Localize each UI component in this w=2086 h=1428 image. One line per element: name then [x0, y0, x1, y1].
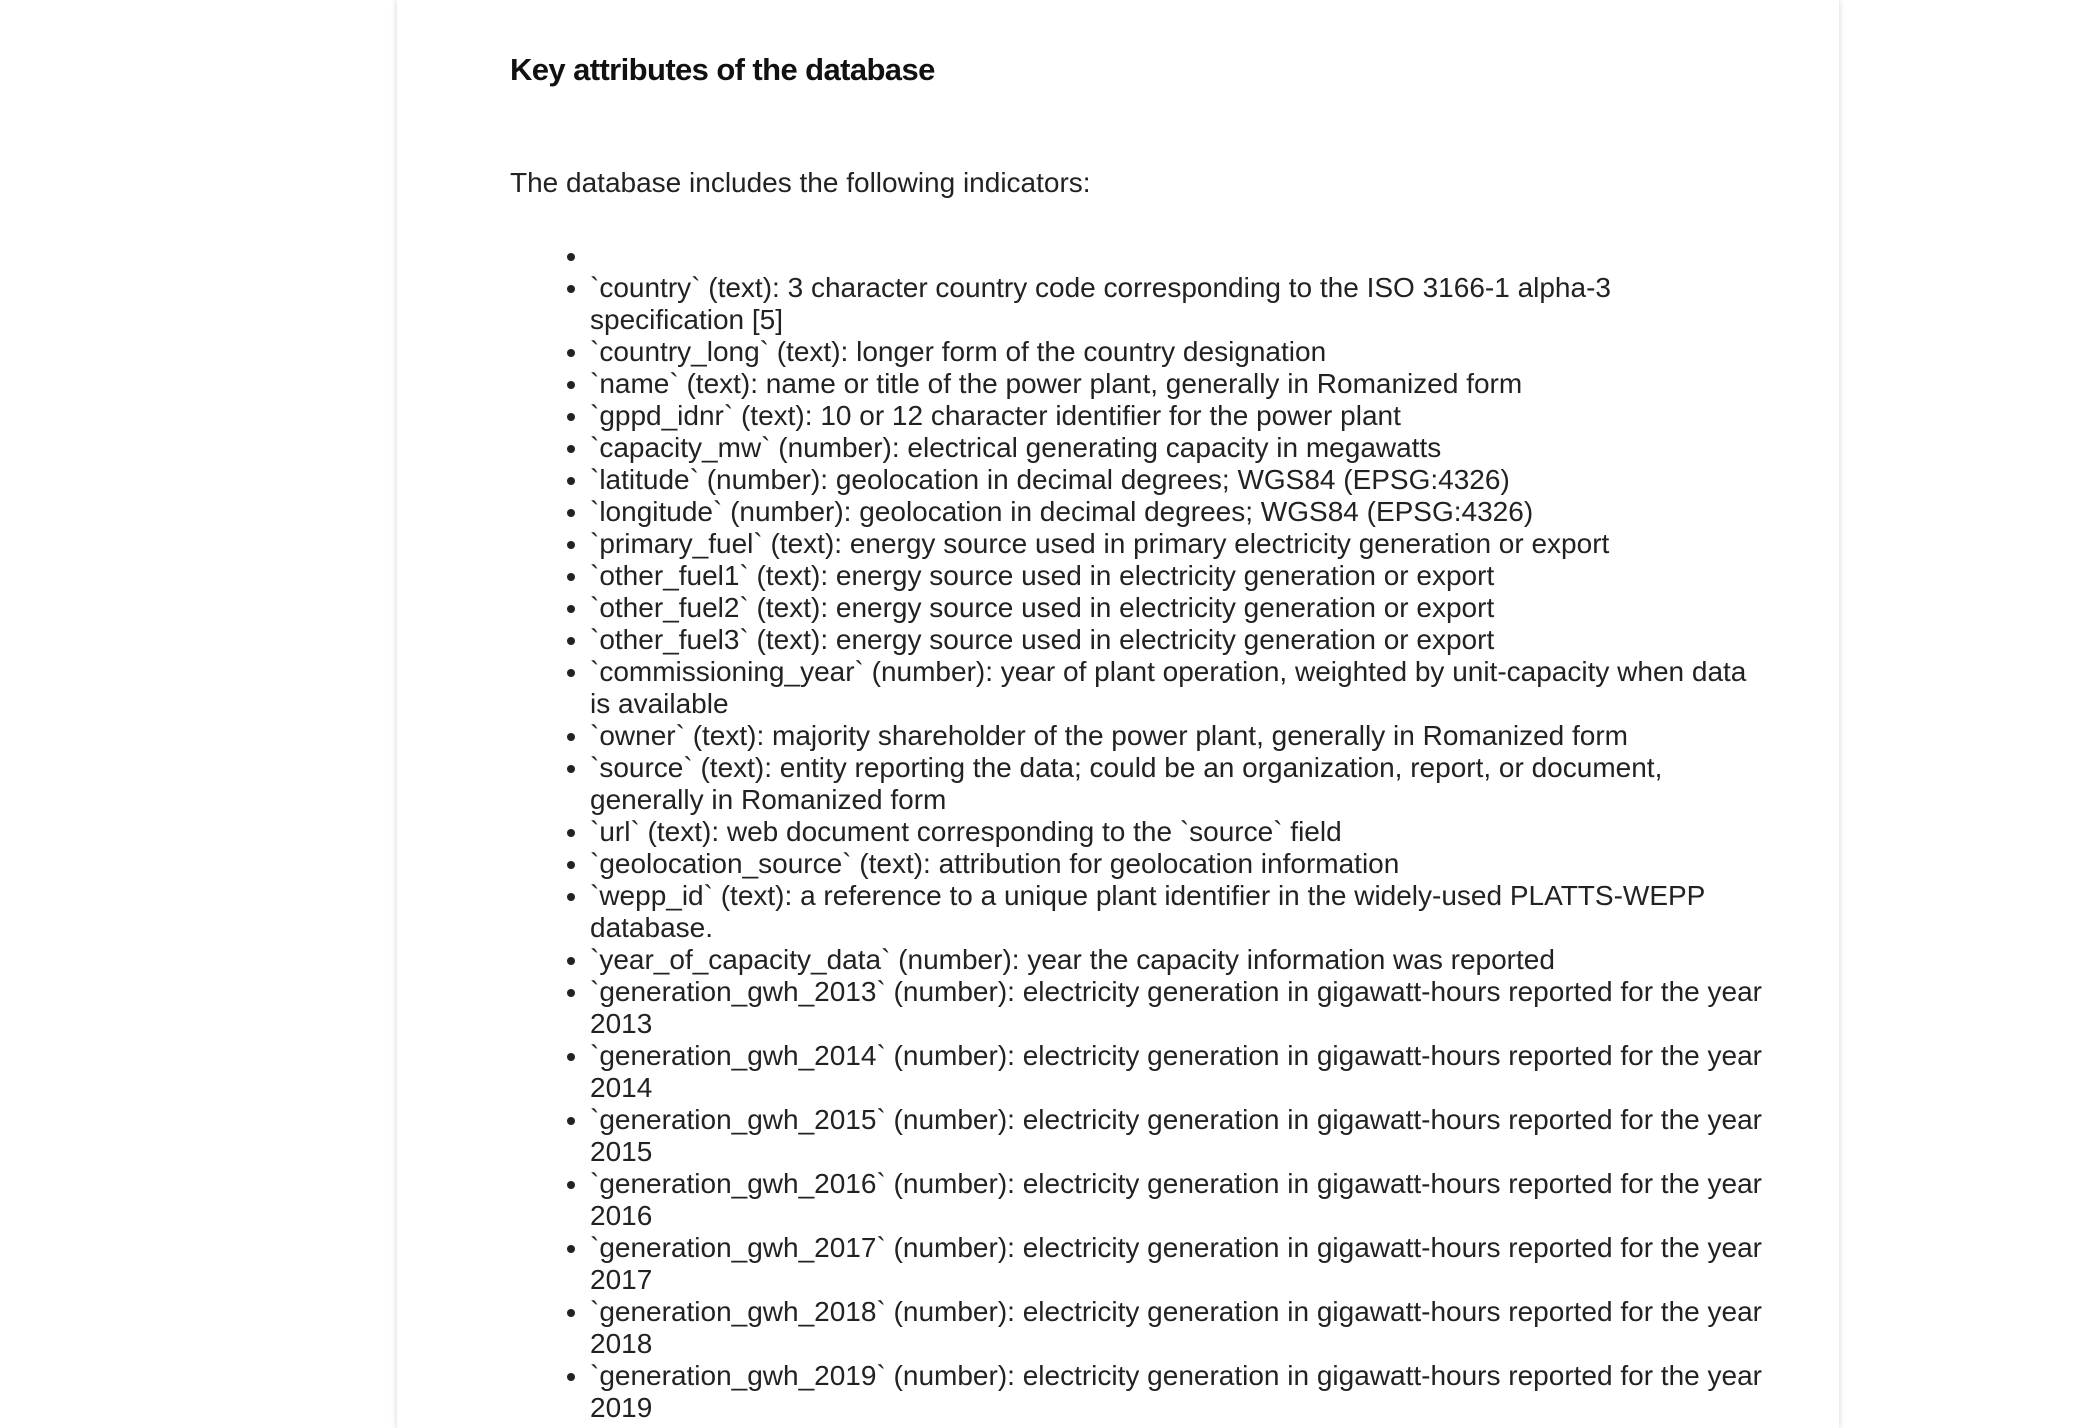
list-item: `name` (text): name or title of the powe… — [590, 368, 1770, 400]
list-item: `primary_fuel` (text): energy source use… — [590, 528, 1770, 560]
list-item: `generation_gwh_2015` (number): electric… — [590, 1104, 1770, 1168]
list-item: `wepp_id` (text): a reference to a uniqu… — [590, 880, 1770, 944]
list-item: `generation_gwh_2018` (number): electric… — [590, 1296, 1770, 1360]
list-item: `generation_gwh_2013` (number): electric… — [590, 976, 1770, 1040]
list-item: `latitude` (number): geolocation in deci… — [590, 464, 1770, 496]
intro-paragraph: The database includes the following indi… — [510, 167, 1091, 198]
section-heading: Key attributes of the database — [510, 52, 935, 87]
list-item: `other_fuel2` (text): energy source used… — [590, 592, 1770, 624]
list-item: `capacity_mw` (number): electrical gener… — [590, 432, 1770, 464]
list-item: `commissioning_year` (number): year of p… — [590, 656, 1770, 720]
list-item — [590, 240, 1770, 272]
document-page: Key attributes of the database The datab… — [397, 0, 1839, 1428]
list-item: `generation_gwh_2019` (number): electric… — [590, 1360, 1770, 1424]
list-item: `generation_gwh_2017` (number): electric… — [590, 1232, 1770, 1296]
list-item: `country` (text): 3 character country co… — [590, 272, 1770, 336]
list-item: `longitude` (number): geolocation in dec… — [590, 496, 1770, 528]
list-item: `owner` (text): majority shareholder of … — [590, 720, 1770, 752]
list-item: `country_long` (text): longer form of th… — [590, 336, 1770, 368]
list-item: `geolocation_source` (text): attribution… — [590, 848, 1770, 880]
list-item: `other_fuel1` (text): energy source used… — [590, 560, 1770, 592]
indicator-list: `country` (text): 3 character country co… — [510, 240, 1770, 1424]
list-item: `generation_gwh_2014` (number): electric… — [590, 1040, 1770, 1104]
list-item: `url` (text): web document corresponding… — [590, 816, 1770, 848]
list-item: `generation_gwh_2016` (number): electric… — [590, 1168, 1770, 1232]
list-item: `gppd_idnr` (text): 10 or 12 character i… — [590, 400, 1770, 432]
list-item: `source` (text): entity reporting the da… — [590, 752, 1770, 816]
list-item: `year_of_capacity_data` (number): year t… — [590, 944, 1770, 976]
list-item: `other_fuel3` (text): energy source used… — [590, 624, 1770, 656]
